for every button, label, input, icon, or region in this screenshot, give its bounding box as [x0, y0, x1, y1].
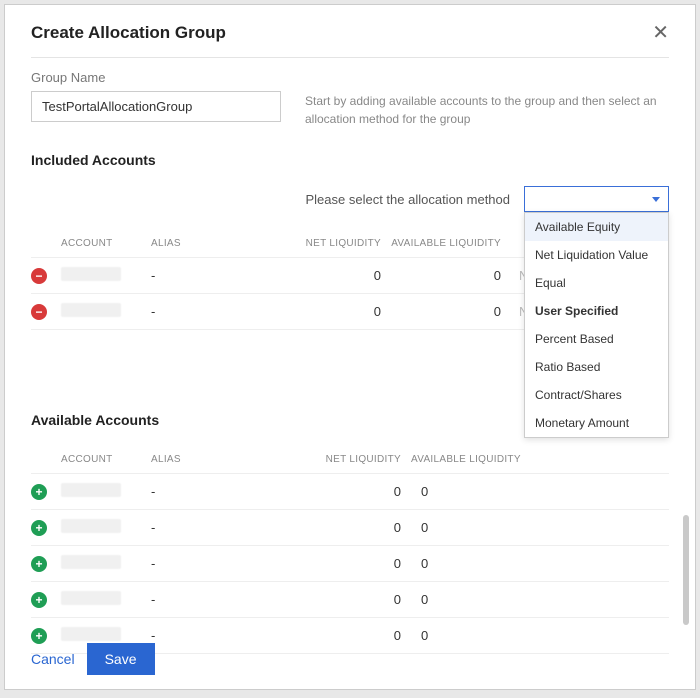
- cell-net: 0: [271, 628, 411, 643]
- remove-icon[interactable]: −: [31, 268, 47, 284]
- save-button[interactable]: Save: [87, 643, 155, 675]
- cell-account: [61, 519, 151, 536]
- cell-avail: 0: [391, 304, 511, 319]
- cell-alias: -: [151, 592, 271, 607]
- col-net: NET LIQUIDITY: [271, 454, 411, 465]
- cell-account: [61, 267, 151, 284]
- scrollbar-thumb[interactable]: [683, 515, 689, 625]
- add-icon[interactable]: +: [31, 628, 47, 644]
- col-alias: ALIAS: [151, 238, 271, 249]
- dropdown-item[interactable]: Monetary Amount: [525, 409, 668, 437]
- add-icon[interactable]: +: [31, 592, 47, 608]
- group-name-block: Group Name: [31, 70, 281, 122]
- cell-avail: 0: [411, 592, 669, 607]
- cell-account: [61, 591, 151, 608]
- available-table-header: ACCOUNT ALIAS NET LIQUIDITY AVAILABLE LI…: [31, 446, 669, 474]
- allocation-method-row: Please select the allocation method Avai…: [31, 186, 669, 212]
- available-accounts-section: Available Accounts ACCOUNT ALIAS NET LIQ…: [31, 412, 669, 654]
- cell-account: [61, 303, 151, 320]
- col-avail: AVAILABLE LIQUIDITY: [391, 238, 511, 249]
- table-row: +-00: [31, 546, 669, 582]
- cell-alias: -: [151, 556, 271, 571]
- cell-avail: 0: [391, 268, 511, 283]
- allocation-method-dropdown[interactable]: [524, 186, 669, 212]
- cell-alias: -: [151, 628, 271, 643]
- modal-title: Create Allocation Group: [31, 23, 226, 43]
- group-name-label: Group Name: [31, 70, 281, 85]
- cell-net: 0: [271, 592, 411, 607]
- cell-alias: -: [151, 484, 271, 499]
- allocation-method-menu: Available EquityNet Liquidation ValueEqu…: [524, 212, 669, 438]
- create-allocation-group-modal: Create Allocation Group ✕ Group Name Sta…: [4, 4, 696, 690]
- hint-text: Start by adding available accounts to th…: [305, 92, 669, 128]
- add-icon[interactable]: +: [31, 556, 47, 572]
- chevron-down-icon: [652, 197, 660, 202]
- table-row: +-00: [31, 510, 669, 546]
- cell-net: 0: [271, 556, 411, 571]
- cell-alias: -: [151, 268, 271, 283]
- allocation-method-label: Please select the allocation method: [305, 192, 510, 207]
- add-icon[interactable]: +: [31, 520, 47, 536]
- modal-footer: Cancel Save: [31, 643, 155, 675]
- dropdown-item[interactable]: Equal: [525, 269, 668, 297]
- available-rows: +-00+-00+-00+-00+-00: [31, 474, 669, 654]
- group-name-row: Group Name Start by adding available acc…: [31, 70, 669, 128]
- cell-avail: 0: [411, 556, 669, 571]
- table-row: +-00: [31, 582, 669, 618]
- cell-net: 0: [271, 304, 391, 319]
- modal-header: Create Allocation Group ✕: [31, 23, 669, 58]
- cell-alias: -: [151, 520, 271, 535]
- table-row: +-00: [31, 474, 669, 510]
- remove-icon[interactable]: −: [31, 304, 47, 320]
- included-accounts-section: Included Accounts Please select the allo…: [31, 152, 669, 388]
- dropdown-item[interactable]: Contract/Shares: [525, 381, 668, 409]
- col-account: ACCOUNT: [61, 238, 151, 249]
- dropdown-item[interactable]: Available Equity: [525, 213, 668, 241]
- close-icon[interactable]: ✕: [652, 23, 669, 43]
- dropdown-item[interactable]: User Specified: [525, 297, 668, 325]
- add-icon[interactable]: +: [31, 484, 47, 500]
- cell-net: 0: [271, 268, 391, 283]
- cell-alias: -: [151, 304, 271, 319]
- included-accounts-title: Included Accounts: [31, 152, 669, 168]
- cancel-button[interactable]: Cancel: [31, 651, 75, 667]
- dropdown-item[interactable]: Net Liquidation Value: [525, 241, 668, 269]
- cell-net: 0: [271, 520, 411, 535]
- cell-avail: 0: [411, 520, 669, 535]
- dropdown-item[interactable]: Ratio Based: [525, 353, 668, 381]
- cell-avail: 0: [411, 484, 669, 499]
- cell-account: [61, 627, 151, 644]
- col-account: ACCOUNT: [61, 454, 151, 465]
- cell-net: 0: [271, 484, 411, 499]
- dropdown-item[interactable]: Percent Based: [525, 325, 668, 353]
- cell-account: [61, 483, 151, 500]
- cell-account: [61, 555, 151, 572]
- col-avail: AVAILABLE LIQUIDITY: [411, 454, 669, 465]
- group-name-input[interactable]: [31, 91, 281, 122]
- col-net: NET LIQUIDITY: [271, 238, 391, 249]
- col-alias: ALIAS: [151, 454, 271, 465]
- cell-avail: 0: [411, 628, 669, 643]
